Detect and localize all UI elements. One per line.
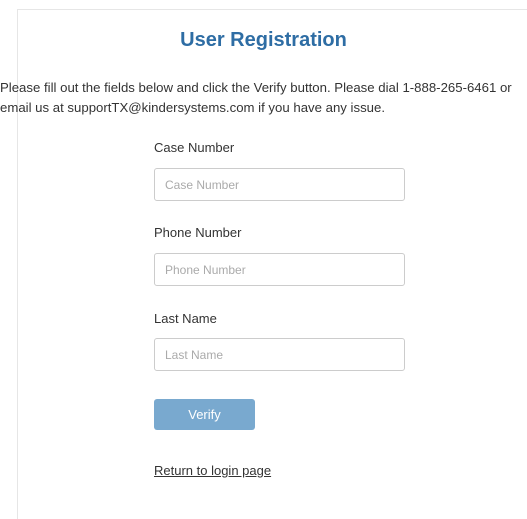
- phone-number-label: Phone Number: [154, 225, 242, 240]
- phone-number-input[interactable]: [154, 253, 405, 286]
- last-name-input[interactable]: [154, 338, 405, 371]
- case-number-label: Case Number: [154, 140, 235, 155]
- page-title: User Registration: [180, 29, 347, 51]
- case-number-input[interactable]: [154, 168, 405, 201]
- instructions-text: Please fill out the fields below and cli…: [0, 80, 512, 115]
- verify-button[interactable]: Verify: [154, 399, 255, 430]
- last-name-label: Last Name: [154, 311, 217, 326]
- return-to-login-link[interactable]: Return to login page: [154, 463, 271, 478]
